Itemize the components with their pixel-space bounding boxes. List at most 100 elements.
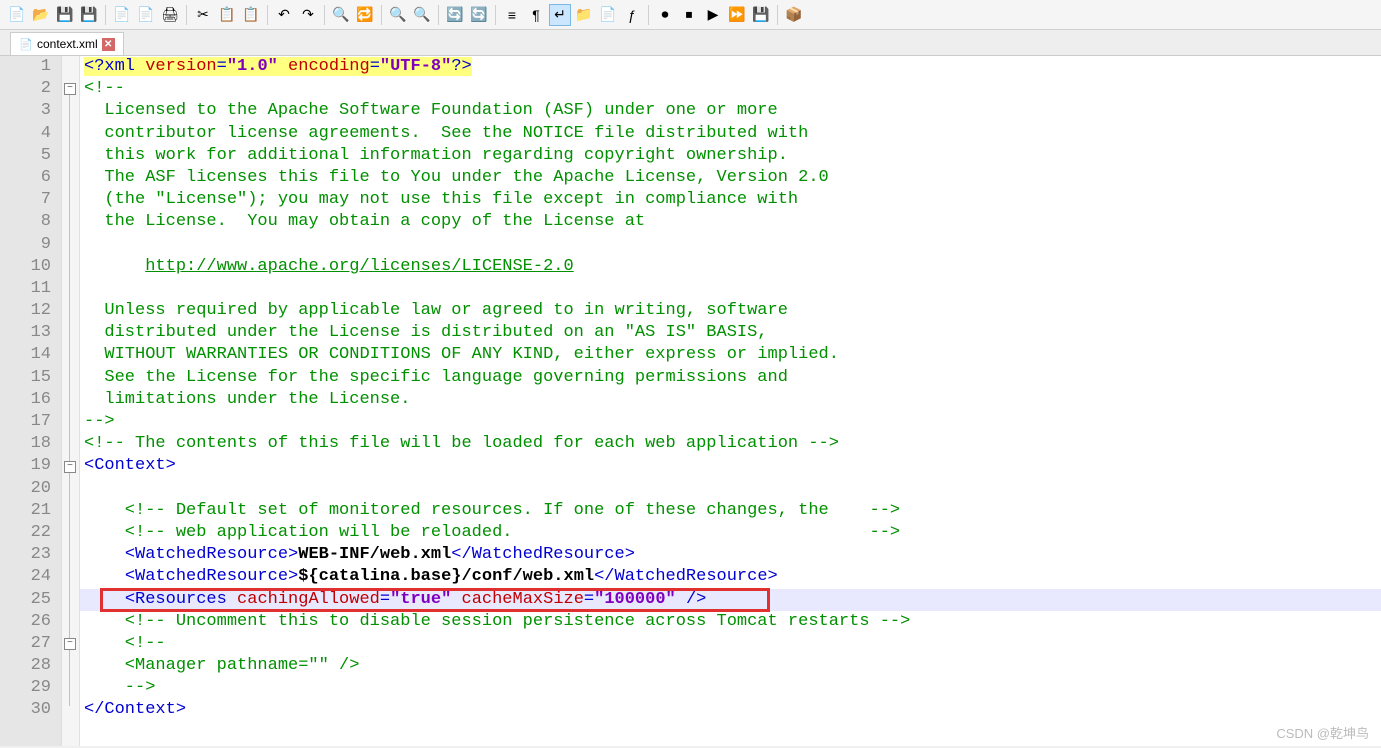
fold-toggle-icon[interactable]: − [64,638,76,650]
toolbar-separator [381,5,382,25]
line-number: 2 [0,78,51,100]
close-all-icon[interactable]: 📄 [135,4,157,26]
code-line[interactable]: <!-- [84,78,1381,100]
code-line[interactable] [84,234,1381,256]
code-line[interactable]: Licensed to the Apache Software Foundati… [84,100,1381,122]
line-number: 20 [0,478,51,500]
tabbar: 📄 context.xml ✕ [0,30,1381,56]
line-number: 18 [0,433,51,455]
cut-icon[interactable]: ✂ [192,4,214,26]
save-macro-icon[interactable]: 💾 [750,4,772,26]
watermark: CSDN @乾坤鸟 [1276,723,1369,742]
line-number: 22 [0,522,51,544]
fast-forward-icon[interactable]: ⏩ [726,4,748,26]
code-line[interactable]: <!-- [84,633,1381,655]
paste-icon[interactable]: 📋 [240,4,262,26]
line-number: 27 [0,633,51,655]
line-number: 25 [0,589,51,611]
line-number: 4 [0,123,51,145]
save-icon[interactable]: 💾 [54,4,76,26]
code-area[interactable]: <?xml version="1.0" encoding="UTF-8"?><!… [80,56,1381,746]
code-line[interactable]: The ASF licenses this file to You under … [84,167,1381,189]
code-line[interactable]: contributor license agreements. See the … [84,123,1381,145]
code-line[interactable]: http://www.apache.org/licenses/LICENSE-2… [84,256,1381,278]
toolbar-separator [105,5,106,25]
code-line[interactable]: See the License for the specific languag… [84,367,1381,389]
record-icon[interactable]: ⏺ [654,4,676,26]
code-line[interactable]: <WatchedResource>WEB-INF/web.xml</Watche… [84,544,1381,566]
code-line[interactable]: WITHOUT WARRANTIES OR CONDITIONS OF ANY … [84,344,1381,366]
line-number: 30 [0,699,51,721]
line-number: 8 [0,211,51,233]
new-file-icon[interactable]: 📄 [6,4,28,26]
stop-icon[interactable]: ⏹ [678,4,700,26]
zoom-in-icon[interactable]: 🔍 [387,4,409,26]
line-number: 19 [0,455,51,477]
code-line[interactable]: --> [84,411,1381,433]
line-number: 3 [0,100,51,122]
code-line[interactable]: <!-- web application will be reloaded. -… [84,522,1381,544]
line-number: 13 [0,322,51,344]
toolbar-separator [777,5,778,25]
find-icon[interactable]: 🔍 [330,4,352,26]
toolbar-separator [648,5,649,25]
tab-label: context.xml [37,37,98,51]
tab-context-xml[interactable]: 📄 context.xml ✕ [10,32,124,55]
code-line[interactable] [84,478,1381,500]
line-number: 17 [0,411,51,433]
replace-icon[interactable]: 🔁 [354,4,376,26]
line-number: 5 [0,145,51,167]
open-icon[interactable]: 📂 [30,4,52,26]
code-line[interactable]: limitations under the License. [84,389,1381,411]
code-line[interactable]: <WatchedResource>${catalina.base}/conf/w… [84,566,1381,588]
doc-icon[interactable]: 📄 [597,4,619,26]
close-icon[interactable]: 📄 [111,4,133,26]
undo-icon[interactable]: ↶ [273,4,295,26]
close-tab-icon[interactable]: ✕ [102,38,115,51]
code-line[interactable]: </Context> [84,699,1381,721]
toolbar-separator [186,5,187,25]
line-number: 16 [0,389,51,411]
fold-toggle-icon[interactable]: − [64,461,76,473]
line-number: 1 [0,56,51,78]
line-number: 10 [0,256,51,278]
line-number: 11 [0,278,51,300]
code-line[interactable]: <Manager pathname="" /> [84,655,1381,677]
toolbar-separator [495,5,496,25]
code-line[interactable]: Unless required by applicable law or agr… [84,300,1381,322]
save-all-icon[interactable]: 💾 [78,4,100,26]
code-line[interactable]: <!-- Default set of monitored resources.… [84,500,1381,522]
code-line[interactable]: (the "License"); you may not use this fi… [84,189,1381,211]
line-number: 6 [0,167,51,189]
code-line[interactable] [84,278,1381,300]
folder-icon[interactable]: 📁 [573,4,595,26]
print-icon[interactable]: 🖨 [159,4,181,26]
show-ws-icon[interactable]: ¶ [525,4,547,26]
code-line[interactable]: <?xml version="1.0" encoding="UTF-8"?> [84,56,1381,78]
code-line[interactable]: the License. You may obtain a copy of th… [84,211,1381,233]
code-line[interactable]: <Context> [84,455,1381,477]
indent-icon[interactable]: ≡ [501,4,523,26]
line-number: 21 [0,500,51,522]
line-number: 28 [0,655,51,677]
fx-icon[interactable]: ƒ [621,4,643,26]
line-number: 15 [0,367,51,389]
sync-icon[interactable]: 🔄 [444,4,466,26]
redo-icon[interactable]: ↷ [297,4,319,26]
zoom-out-icon[interactable]: 🔍 [411,4,433,26]
wrap-icon[interactable]: ↵ [549,4,571,26]
code-line[interactable]: <!-- The contents of this file will be l… [84,433,1381,455]
sync-all-icon[interactable]: 🔄 [468,4,490,26]
code-line[interactable]: --> [84,677,1381,699]
fold-toggle-icon[interactable]: − [64,83,76,95]
line-number: 24 [0,566,51,588]
code-line[interactable]: <!-- Uncomment this to disable session p… [84,611,1381,633]
code-line[interactable]: distributed under the License is distrib… [84,322,1381,344]
play-icon[interactable]: ▶ [702,4,724,26]
fold-gutter: − − − [62,56,80,746]
tool-icon[interactable]: 📦 [783,4,805,26]
line-gutter: 1234567891011121314151617181920212223242… [0,56,62,746]
code-line[interactable]: this work for additional information reg… [84,145,1381,167]
editor[interactable]: 1234567891011121314151617181920212223242… [0,56,1381,746]
copy-icon[interactable]: 📋 [216,4,238,26]
